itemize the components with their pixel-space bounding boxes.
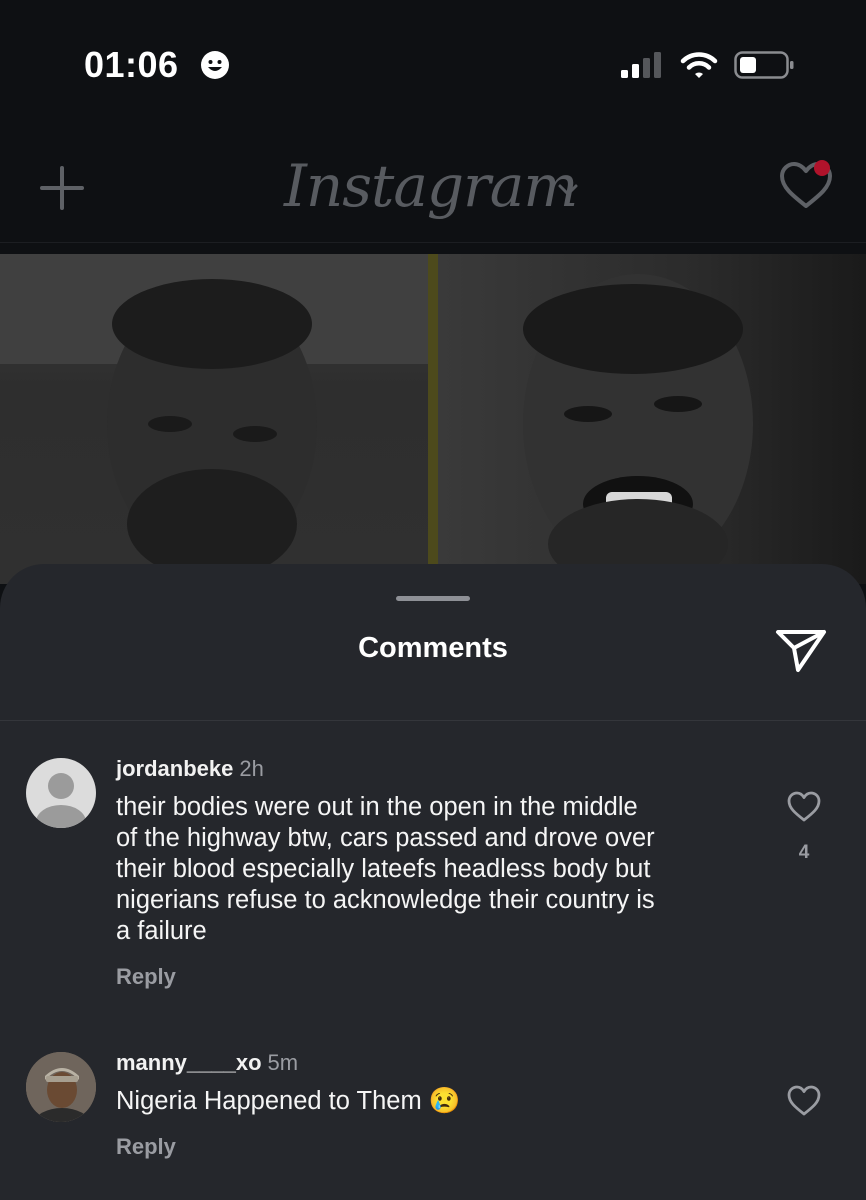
chevron-down-icon[interactable] [556,182,580,198]
paper-plane-icon[interactable] [774,626,828,674]
comment-username[interactable]: jordanbeke [116,756,233,781]
comment-time: 5m [267,1050,299,1075]
status-time: 01:06 [84,44,179,85]
reply-button[interactable]: Reply [116,964,176,990]
default-avatar-icon[interactable] [26,758,96,828]
post-photo-right [438,254,866,584]
comment-text: their bodies were out in the open in the… [116,792,756,947]
sheet-title: Comments [358,632,508,664]
comments-sheet: Comments jordanbeke 2h their bodies were … [0,564,866,1200]
comment-line: of the highway btw, cars passed and drov… [116,824,655,852]
status-bar: 01:06 [0,0,866,130]
heart-icon[interactable] [786,790,822,824]
notification-dot [814,160,830,176]
post-photo [0,254,866,584]
sheet-divider [0,720,866,721]
drag-handle[interactable] [396,596,470,601]
comment-header: manny____xo 5m [116,1050,298,1076]
top-navigation: Instagram [0,130,866,243]
cellular-signal-icon [621,52,661,78]
comment-text: Nigeria Happened to Them 😢 [116,1086,756,1117]
user-photo-avatar[interactable] [26,1052,96,1122]
comment-time: 2h [239,756,264,781]
smiley-face-icon [201,51,229,79]
wifi-icon [680,52,718,78]
comment-line: nigerians refuse to acknowledge their co… [116,886,655,914]
comment-line: Nigeria Happened to Them 😢 [116,1087,461,1115]
photo-divider [428,254,438,584]
instagram-logo[interactable]: Instagram [284,152,578,220]
person-silhouette-right [523,274,753,584]
comment-username[interactable]: manny____xo [116,1050,262,1075]
like-count: 4 [798,842,810,863]
post-photo-left [0,254,428,584]
comment-header: jordanbeke 2h [116,756,264,782]
heart-icon[interactable] [786,1084,822,1118]
comment-line: their bodies were out in the open in the… [116,793,638,821]
comment-line: their blood especially lateefs headless … [116,855,651,883]
comment-line: a failure [116,917,207,945]
plus-icon[interactable] [38,164,86,212]
person-silhouette-left [0,254,428,579]
reply-button[interactable]: Reply [116,1134,176,1160]
battery-icon [734,51,794,79]
